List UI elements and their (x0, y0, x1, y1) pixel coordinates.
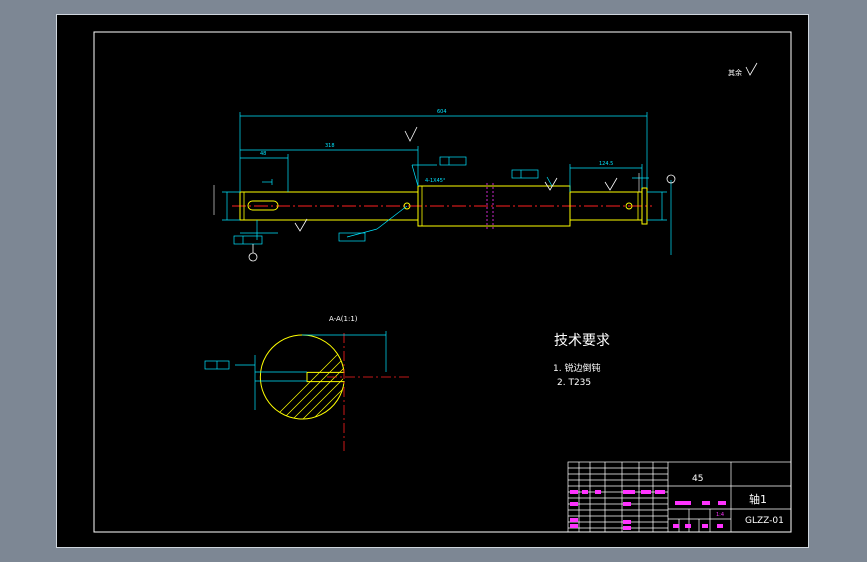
section-hatch (260, 335, 345, 420)
title-block-material: 45 (692, 474, 703, 484)
tech-req-heading: 技术要求 (554, 333, 610, 349)
shaft-main-view: 604 318 48 124.5 4-1X45° (213, 109, 676, 262)
dim-overall-length: 604 (437, 109, 447, 115)
technical-requirements: 技术要求 1. 锐边倒钝 2. T235 (553, 333, 610, 388)
tolerance-box-1 (439, 156, 467, 166)
roughness-note: 其余 (728, 62, 758, 77)
tech-req-item-2: 2. T235 (557, 378, 591, 388)
drawing-frame (93, 31, 792, 533)
roughness-note-text: 其余 (728, 68, 742, 77)
shaft-drawing: 其余 604 318 48 124.5 4-1X45° A-A(1:1) 技术要… (93, 31, 792, 533)
roughness-symbol-1-icon (404, 126, 418, 142)
dim-chamfer-note: 4-1X45° (425, 178, 446, 184)
title-block-drawing-number: GLZZ-01 (745, 516, 784, 526)
dim-left-end-length: 48 (260, 151, 266, 157)
dim-right-step-length: 124.5 (599, 161, 613, 167)
tolerance-box-2 (511, 169, 539, 179)
dimension-lines (222, 112, 672, 255)
dim-left-step-length: 318 (325, 143, 335, 149)
tolerance-box-3 (233, 235, 263, 245)
tolerance-box-4 (338, 232, 366, 242)
roughness-symbol-4-icon (604, 177, 618, 191)
roughness-symbol-icon (745, 62, 758, 76)
title-block-scale: 1:4 (716, 512, 724, 518)
datum-marker-left-icon (248, 252, 258, 262)
section-view-label: A-A(1:1) (329, 315, 358, 323)
section-dimensions (235, 331, 387, 410)
title-block-part-name: 轴1 (749, 492, 767, 506)
roughness-symbol-2-icon (294, 218, 308, 232)
shaft-keyway (247, 200, 279, 211)
cad-viewport[interactable]: 其余 604 318 48 124.5 4-1X45° A-A(1:1) 技术要… (56, 14, 809, 548)
tech-req-item-1: 1. 锐边倒钝 (553, 362, 600, 374)
section-view: A-A(1:1) (204, 315, 412, 453)
